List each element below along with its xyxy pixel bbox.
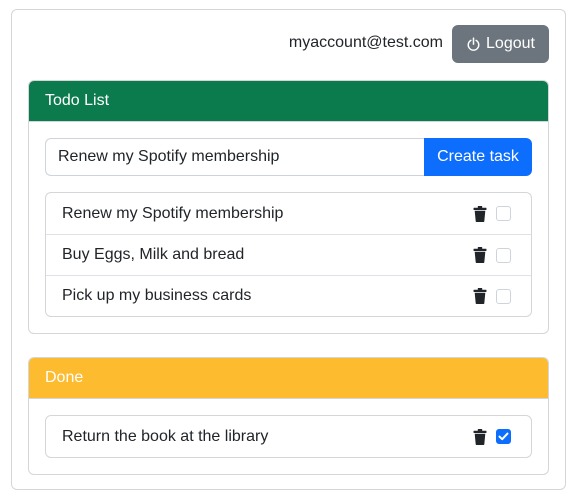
logout-label: Logout [486,35,535,52]
task-text: Buy Eggs, Milk and bread [62,246,245,263]
list-item: Pick up my business cards [46,275,531,316]
account-bar: myaccount@test.com Logout [12,25,565,63]
app-container: myaccount@test.com Logout Todo List Crea… [11,9,566,490]
checkmark-icon [498,432,509,441]
done-card-body: Return the book at the library [29,399,548,474]
user-email: myaccount@test.com [288,34,443,51]
task-text: Renew my Spotify membership [62,204,284,222]
todo-card-body: Create task Renew my Spotify membership … [29,122,548,333]
task-checkbox[interactable] [496,247,511,263]
done-card-title: Done [45,369,84,386]
trash-icon[interactable] [473,247,487,263]
list-item: Renew my Spotify membership [46,193,531,234]
done-card-header: Done [29,358,548,399]
list-item: Return the book at the library [46,416,531,457]
done-list: Return the book at the library [45,415,532,458]
new-task-input[interactable] [45,138,424,176]
task-checkbox[interactable] [496,206,511,221]
trash-icon[interactable] [473,288,487,304]
task-checkbox[interactable] [496,288,511,304]
create-task-button[interactable]: Create task [424,138,532,176]
todo-card-title: Todo List [45,92,110,109]
power-icon [466,36,481,52]
logout-button[interactable]: Logout [452,25,549,63]
task-text: Pick up my business cards [62,287,252,304]
trash-icon[interactable] [473,205,487,222]
todo-card: Todo List Create task Renew my Spotify m… [28,80,549,334]
list-item: Buy Eggs, Milk and bread [46,234,531,275]
todo-list: Renew my Spotify membership Buy Eggs, Mi… [45,192,532,317]
task-checkbox[interactable] [496,429,511,444]
todo-card-header: Todo List [29,81,548,122]
done-card: Done Return the book at the library [28,357,549,475]
task-text: Return the book at the library [62,427,269,445]
trash-icon[interactable] [473,428,487,445]
new-task-form: Create task [45,138,532,176]
